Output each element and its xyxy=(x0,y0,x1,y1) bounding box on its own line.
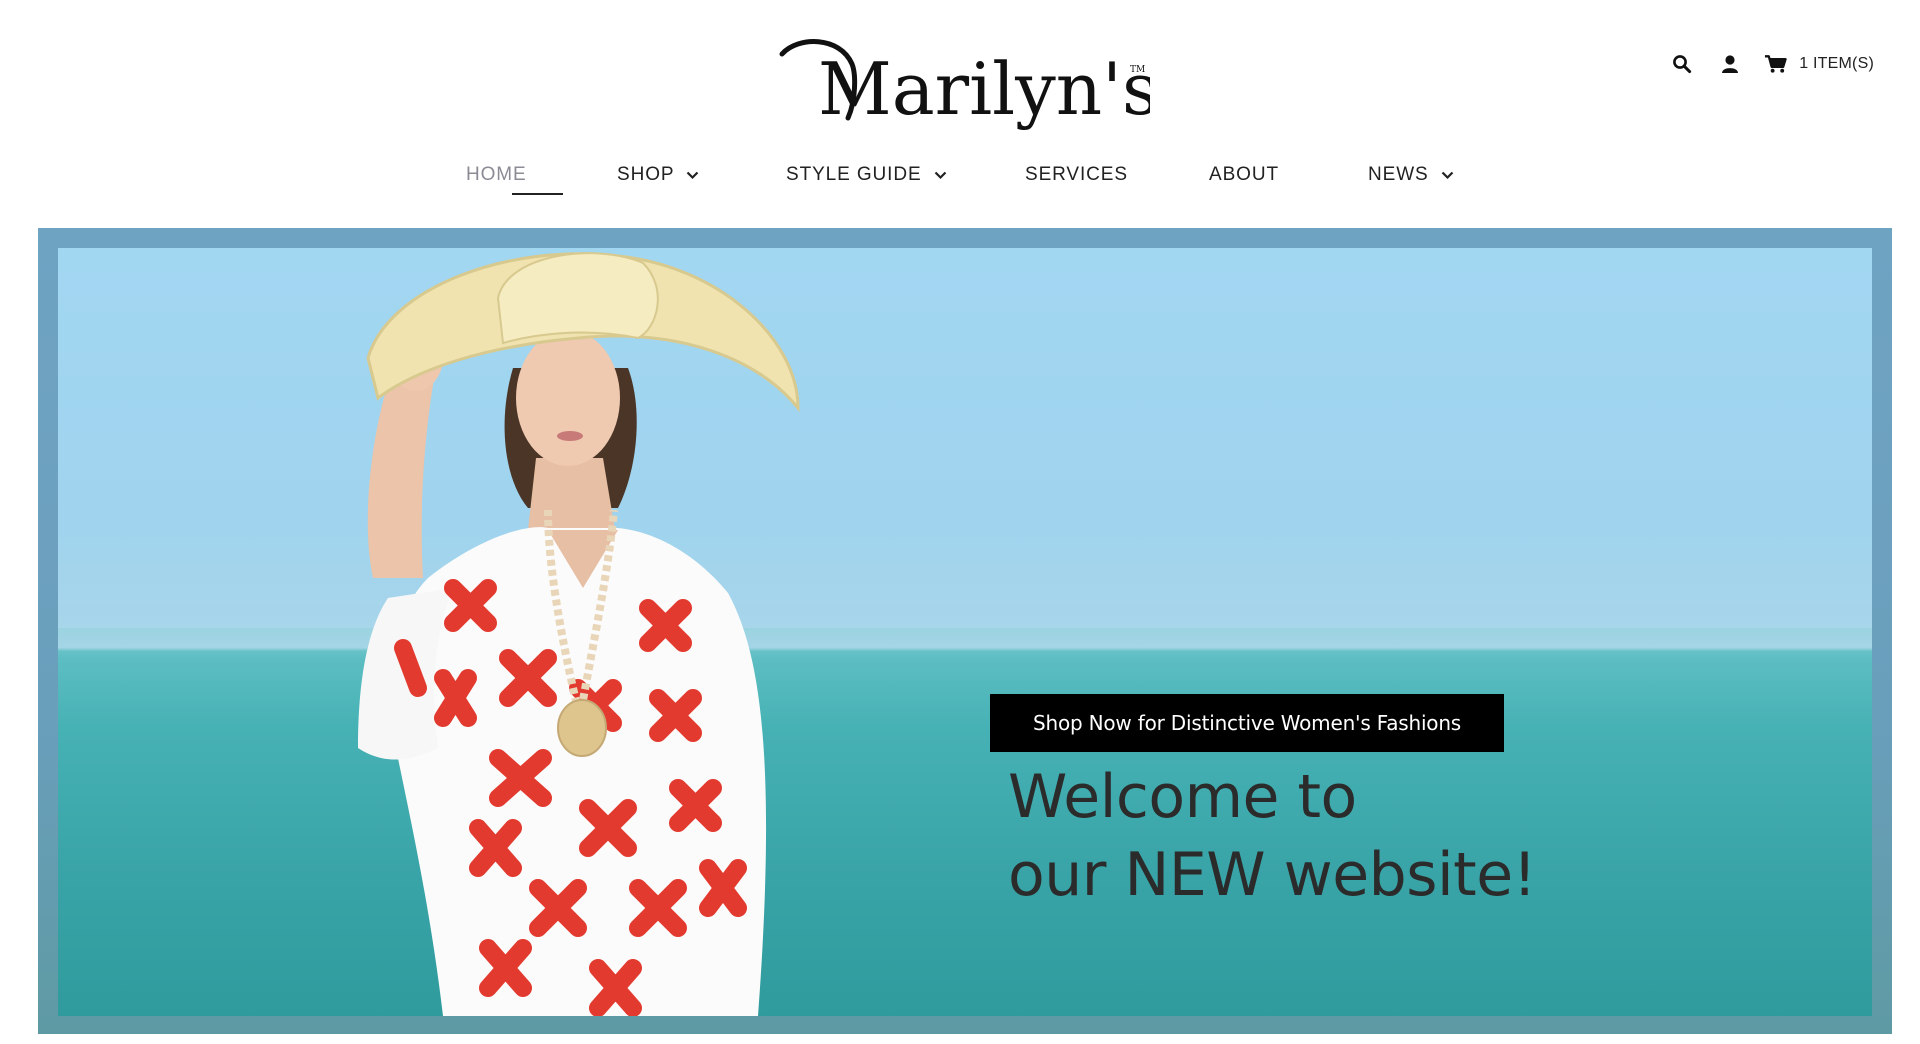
chevron-down-icon xyxy=(687,171,699,179)
nav-item-about[interactable]: ABOUT xyxy=(1209,155,1279,195)
cart-button[interactable]: 1 ITEM(S) xyxy=(1764,54,1874,74)
hero-banner: Welcome to our NEW website! xyxy=(38,228,1892,1034)
shop-now-button[interactable]: Shop Now for Distinctive Women's Fashion… xyxy=(990,694,1504,752)
hero-title-line-1: Welcome to xyxy=(1008,762,1357,832)
nav-item-shop[interactable]: SHOP xyxy=(617,155,699,195)
hero-model-image xyxy=(58,248,1058,1016)
cart-count-label: 1 ITEM(S) xyxy=(1799,55,1874,72)
site-header: Marilyn's TM 1 ITEM(S) HOME SHOP STYLE G… xyxy=(0,0,1920,228)
utility-bar: 1 ITEM(S) xyxy=(1668,50,1874,78)
nav-item-label: HOME xyxy=(466,164,527,185)
search-icon xyxy=(1673,55,1692,74)
chevron-down-icon xyxy=(934,171,946,179)
nav-item-label: ABOUT xyxy=(1209,164,1279,185)
nav-item-label: STYLE GUIDE xyxy=(786,164,922,185)
brand-logo[interactable]: Marilyn's TM xyxy=(770,30,1150,140)
hero-image-panel: Welcome to our NEW website! xyxy=(58,248,1872,1016)
user-icon xyxy=(1722,55,1739,73)
brand-name: Marilyn's xyxy=(818,47,1150,131)
active-nav-underline xyxy=(512,193,563,195)
nav-item-news[interactable]: NEWS xyxy=(1368,155,1454,195)
nav-item-label: NEWS xyxy=(1368,164,1429,185)
search-button[interactable] xyxy=(1668,50,1696,78)
main-nav: HOME SHOP STYLE GUIDE SERVICES ABOUT NEW… xyxy=(0,155,1920,195)
hero-title-line-2: our NEW website! xyxy=(1008,840,1537,910)
nav-item-label: SHOP xyxy=(617,164,675,185)
nav-item-label: SERVICES xyxy=(1025,164,1128,185)
chevron-down-icon xyxy=(1441,171,1453,179)
hero-title: Welcome to our NEW website! xyxy=(1008,758,1537,914)
cart-icon xyxy=(1765,55,1788,73)
nav-item-services[interactable]: SERVICES xyxy=(1025,155,1128,195)
nav-item-style-guide[interactable]: STYLE GUIDE xyxy=(786,155,947,195)
brand-trademark: TM xyxy=(1130,65,1145,75)
account-button[interactable] xyxy=(1716,50,1744,78)
nav-item-home[interactable]: HOME xyxy=(466,155,527,195)
